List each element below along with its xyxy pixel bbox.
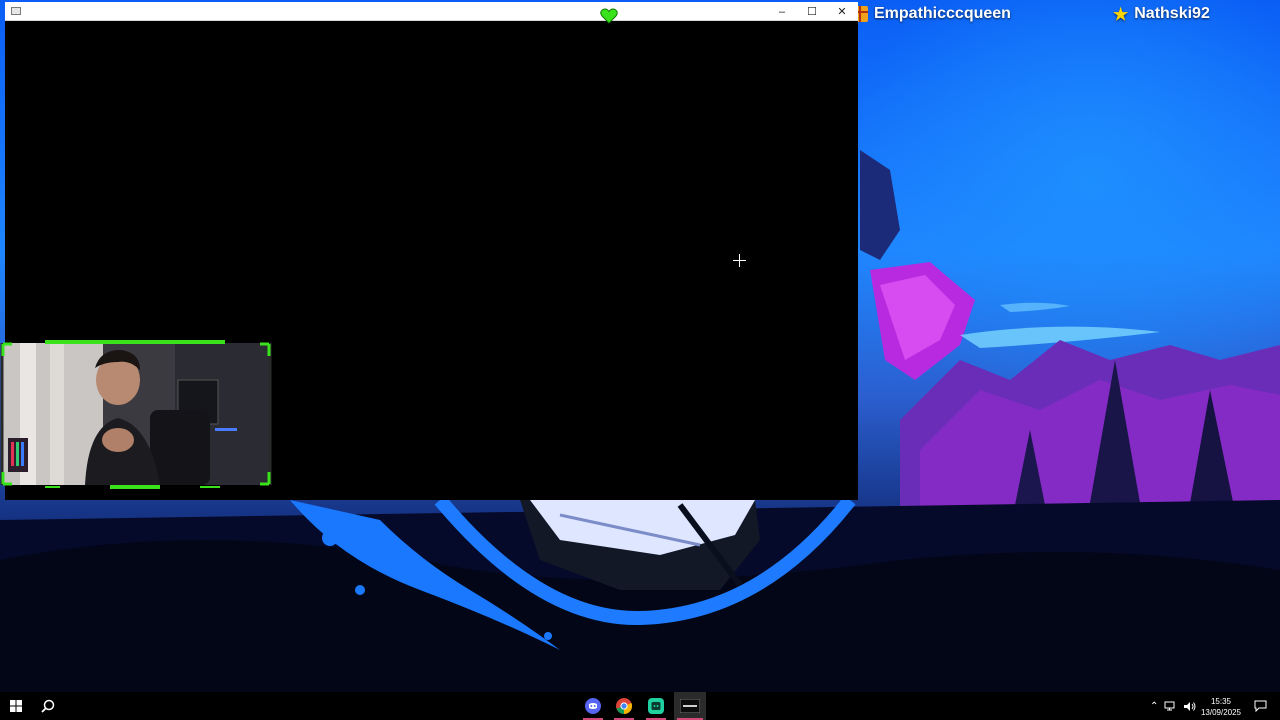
- search-button[interactable]: [36, 692, 60, 720]
- crosshair-cursor-icon: [733, 254, 746, 267]
- maximize-button[interactable]: ☐: [797, 2, 827, 21]
- gift-alert: Empathicccqueen: [852, 3, 1011, 25]
- maximize-icon: ☐: [807, 6, 817, 18]
- webcam-overlay: [0, 340, 272, 489]
- taskbar-app-discord[interactable]: [580, 692, 606, 720]
- taskbar-app-terminal[interactable]: [674, 692, 706, 720]
- green-heart-icon: [600, 8, 618, 24]
- window-titlebar[interactable]: – ☐ ✕: [5, 2, 858, 21]
- minimize-icon: –: [778, 5, 786, 18]
- close-button[interactable]: ✕: [827, 2, 857, 21]
- desktop: Empathicccqueen ★ Nathski92 – ☐ ✕ ⌃ 15:3…: [0, 0, 1280, 720]
- windows-start-icon: [10, 700, 22, 712]
- taskbar-clock[interactable]: 15:35 13/09/2025: [1198, 696, 1244, 718]
- system-tray: ⌃: [1150, 692, 1196, 720]
- taskbar-app-chrome[interactable]: [611, 692, 637, 720]
- notification-center-button[interactable]: [1250, 692, 1270, 720]
- app-icon: [11, 7, 21, 15]
- stream-app-icon: [648, 698, 664, 714]
- close-icon: ✕: [837, 6, 847, 18]
- minimize-button[interactable]: –: [767, 2, 797, 21]
- start-button[interactable]: [4, 692, 28, 720]
- clock-time: 15:35: [1210, 697, 1232, 706]
- chrome-icon: [616, 698, 633, 715]
- follower-alert: ★ Nathski92: [1113, 3, 1210, 25]
- discord-icon: [585, 698, 601, 714]
- star-icon: ★: [1113, 4, 1129, 24]
- network-icon[interactable]: [1164, 701, 1177, 712]
- volume-icon[interactable]: [1183, 701, 1196, 712]
- chevron-up-icon[interactable]: ⌃: [1150, 701, 1158, 712]
- taskbar: ⌃ 15:35 13/09/2025: [0, 692, 1280, 720]
- clock-date: 13/09/2025: [1200, 708, 1242, 717]
- terminal-icon: [680, 699, 700, 713]
- gift-username: Empathicccqueen: [874, 5, 1011, 22]
- search-icon: [41, 699, 55, 713]
- follower-username: Nathski92: [1134, 5, 1210, 22]
- taskbar-app-stream[interactable]: [643, 692, 669, 720]
- notification-icon: [1254, 700, 1266, 712]
